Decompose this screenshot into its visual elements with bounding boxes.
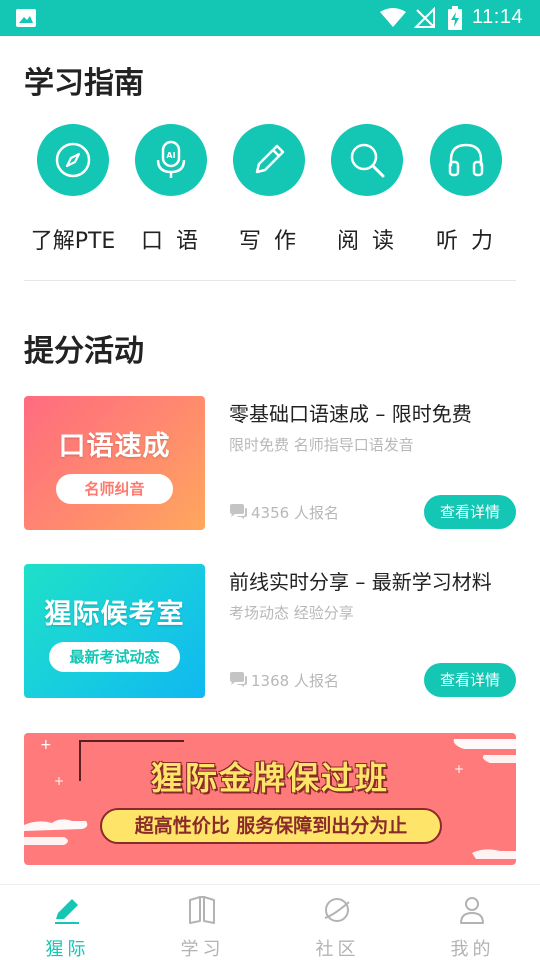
- chat-icon: [230, 504, 247, 519]
- person-icon: [460, 897, 484, 924]
- bottom-tab-bar: 猩际 学习 社区 我的: [0, 884, 540, 960]
- search-icon: [350, 143, 385, 178]
- tab-label: 学习: [180, 939, 225, 960]
- signup-count: 4356 人报名: [229, 502, 339, 523]
- pencil-icon: [255, 144, 285, 174]
- activity-card[interactable]: 猩际候考室 最新考试动态 前线实时分享 – 最新学习材料 考场动态 经验分享 1…: [24, 564, 516, 698]
- signup-count: 1368 人报名: [229, 670, 339, 691]
- tab-profile[interactable]: 我的: [405, 885, 540, 960]
- activity-title[interactable]: 零基础口语速成 – 限时免费: [229, 398, 472, 427]
- activity-subtitle: 限时免费 名师指导口语发音: [229, 436, 414, 454]
- view-details-button[interactable]: 查看详情: [424, 495, 516, 529]
- activity-card[interactable]: 口语速成 名师纠音 零基础口语速成 – 限时免费 限时免费 名师指导口语发音 4…: [24, 396, 516, 530]
- thumbnail-title: 口语速成: [58, 431, 171, 462]
- tab-label: 社区: [315, 939, 360, 960]
- tab-study[interactable]: 学习: [135, 885, 270, 960]
- clock: 11:14: [472, 6, 524, 28]
- tab-label: 猩际: [45, 939, 90, 960]
- guide-item-about-pte[interactable]: 了解PTE: [22, 124, 122, 254]
- no-signal-icon: [414, 7, 435, 28]
- microphone-icon: AI: [156, 140, 186, 178]
- headphones-icon: [448, 143, 484, 177]
- signup-count-text: 1368 人报名: [251, 672, 339, 690]
- svg-text:AI: AI: [166, 151, 175, 160]
- activity-thumbnail[interactable]: 口语速成 名师纠音: [24, 396, 205, 530]
- svg-text:+: +: [40, 737, 52, 753]
- activity-thumbnail[interactable]: 猩际候考室 最新考试动态: [24, 564, 205, 698]
- activity-title[interactable]: 前线实时分享 – 最新学习材料: [229, 566, 492, 595]
- section-divider: [24, 280, 516, 281]
- signup-count-text: 4356 人报名: [251, 504, 339, 522]
- guide-item-writing[interactable]: 写 作: [218, 124, 318, 254]
- banner-title: 猩际金牌保过班: [150, 759, 389, 797]
- thumbnail-tag: 最新考试动态: [49, 642, 180, 672]
- tab-label: 我的: [450, 939, 495, 960]
- status-bar: 11:14: [0, 0, 540, 36]
- guide-item-reading[interactable]: 阅 读: [316, 124, 416, 254]
- book-icon: [189, 896, 215, 924]
- guide-section-title: 学习指南: [24, 66, 144, 101]
- guide-item-listening[interactable]: 听 力: [415, 124, 515, 254]
- guide-item-speaking[interactable]: AI 口 语: [120, 124, 220, 254]
- activity-subtitle: 考场动态 经验分享: [229, 604, 354, 622]
- activity-section-title: 提分活动: [24, 334, 144, 369]
- pen-icon: [55, 899, 79, 924]
- compass-icon: [55, 142, 91, 178]
- thumbnail-tag: 名师纠音: [56, 474, 173, 504]
- view-details-button[interactable]: 查看详情: [424, 663, 516, 697]
- promo-banner[interactable]: + + + 猩际金牌保过班 超高性价比 服务保障到出分为止: [24, 733, 516, 865]
- planet-icon: [324, 898, 350, 922]
- banner-tagline: 超高性价比 服务保障到出分为止: [100, 808, 442, 844]
- wifi-icon: [380, 8, 406, 27]
- thumbnail-title: 猩际候考室: [44, 599, 185, 630]
- tab-home[interactable]: 猩际: [0, 885, 135, 960]
- guide-label-listening: 听 力: [436, 229, 496, 254]
- tab-community[interactable]: 社区: [270, 885, 405, 960]
- chat-icon: [230, 672, 247, 687]
- battery-charging-icon: [448, 6, 462, 30]
- image-icon: [16, 9, 36, 27]
